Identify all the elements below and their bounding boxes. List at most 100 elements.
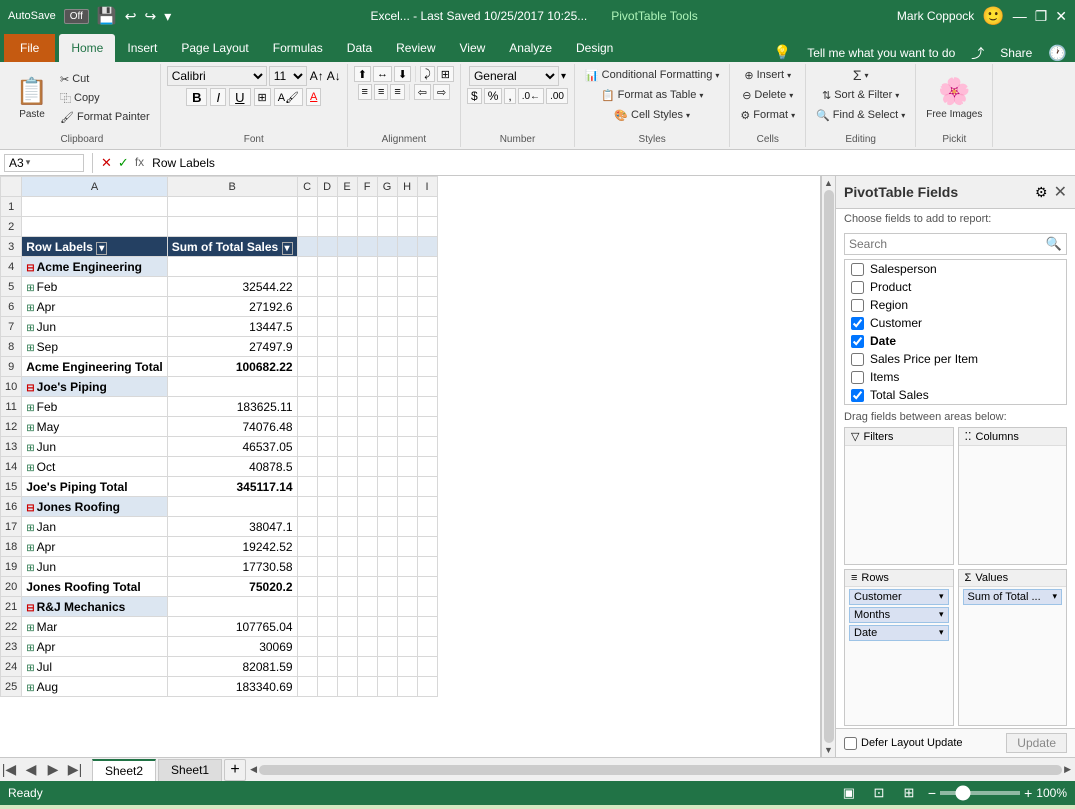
- cell-empty[interactable]: [297, 517, 317, 537]
- cell-empty[interactable]: [417, 677, 437, 697]
- horizontal-scrollbar[interactable]: ◀ ▶: [250, 763, 1071, 777]
- col-header-f[interactable]: F: [357, 177, 377, 197]
- cell-empty[interactable]: [317, 577, 337, 597]
- cell-empty[interactable]: [317, 397, 337, 417]
- cell-b[interactable]: 82081.59: [167, 657, 297, 677]
- cell-empty[interactable]: [417, 477, 437, 497]
- bold-button[interactable]: B: [186, 88, 207, 106]
- cell-empty[interactable]: [357, 477, 377, 497]
- cell-empty[interactable]: [397, 277, 417, 297]
- free-images-button[interactable]: 🌸 Free Images: [922, 68, 986, 128]
- field-items-checkbox[interactable]: [851, 371, 864, 384]
- cell-b[interactable]: [167, 217, 297, 237]
- cell-empty[interactable]: [297, 537, 317, 557]
- tab-design[interactable]: Design: [564, 34, 625, 62]
- filter-b-dropdown-icon[interactable]: ▾: [282, 242, 293, 255]
- cell-empty[interactable]: [417, 357, 437, 377]
- cell-empty[interactable]: [397, 317, 417, 337]
- cell-empty[interactable]: [357, 417, 377, 437]
- cell-a[interactable]: [22, 217, 167, 237]
- drag-area-rows[interactable]: ≡ Rows Customer ▾ Months ▾ Date ▾: [844, 569, 954, 727]
- border-button[interactable]: ⊞: [254, 88, 271, 106]
- cell-empty[interactable]: [357, 357, 377, 377]
- tab-first-btn[interactable]: |◀: [0, 761, 18, 779]
- format-as-table-button[interactable]: 📋Format as Table▾: [597, 86, 707, 104]
- autosave-toggle[interactable]: Off: [64, 9, 89, 24]
- cell-empty[interactable]: [417, 517, 437, 537]
- cell-empty[interactable]: [357, 197, 377, 217]
- field-region-checkbox[interactable]: [851, 299, 864, 312]
- align-top-button[interactable]: ⬆: [354, 66, 371, 82]
- cell-empty[interactable]: [377, 217, 397, 237]
- font-name-select[interactable]: Calibri: [167, 66, 267, 86]
- cell-empty[interactable]: [377, 597, 397, 617]
- expand-icon[interactable]: ⊞: [26, 683, 34, 694]
- cell-empty[interactable]: [417, 337, 437, 357]
- cell-a[interactable]: ⊞Feb: [22, 277, 167, 297]
- cell-empty[interactable]: [397, 517, 417, 537]
- cell-empty[interactable]: [357, 377, 377, 397]
- cut-button[interactable]: ✂Cut: [56, 70, 154, 88]
- cell-empty[interactable]: [397, 677, 417, 697]
- cell-a[interactable]: ⊞Jul: [22, 657, 167, 677]
- expand-icon[interactable]: ⊞: [26, 663, 34, 674]
- cell-empty[interactable]: [397, 437, 417, 457]
- field-region[interactable]: Region: [845, 296, 1066, 314]
- cell-empty[interactable]: [337, 457, 357, 477]
- cell-empty[interactable]: [397, 457, 417, 477]
- cell-empty[interactable]: [377, 397, 397, 417]
- cell-empty[interactable]: [417, 197, 437, 217]
- cell-empty[interactable]: [317, 317, 337, 337]
- drag-area-values[interactable]: Σ Values Sum of Total ... ▾: [958, 569, 1068, 727]
- cell-empty[interactable]: [317, 337, 337, 357]
- field-sales-price[interactable]: Sales Price per Item: [845, 350, 1066, 368]
- cell-b[interactable]: 183625.11: [167, 397, 297, 417]
- cell-empty[interactable]: [417, 537, 437, 557]
- cell-empty[interactable]: [377, 497, 397, 517]
- cell-empty[interactable]: [297, 597, 317, 617]
- cell-empty[interactable]: [297, 437, 317, 457]
- cell-a[interactable]: ⊞Jan: [22, 517, 167, 537]
- cell-empty[interactable]: [337, 617, 357, 637]
- field-total-sales-checkbox[interactable]: [851, 389, 864, 402]
- cell-b[interactable]: [167, 497, 297, 517]
- cell-empty[interactable]: [317, 617, 337, 637]
- cell-empty[interactable]: [317, 217, 337, 237]
- expand-icon[interactable]: ⊞: [26, 283, 34, 294]
- cell-empty[interactable]: [297, 217, 317, 237]
- tab-insert[interactable]: Insert: [115, 34, 169, 62]
- cell-empty[interactable]: [337, 417, 357, 437]
- zoom-in-btn[interactable]: +: [1024, 785, 1032, 801]
- field-items[interactable]: Items: [845, 368, 1066, 386]
- col-header-i[interactable]: I: [417, 177, 437, 197]
- cell-empty[interactable]: [337, 297, 357, 317]
- cell-empty[interactable]: [297, 337, 317, 357]
- format-button[interactable]: ⚙Format▾: [736, 106, 799, 124]
- cell-empty[interactable]: [417, 237, 437, 257]
- field-salesperson[interactable]: Salesperson: [845, 260, 1066, 278]
- cell-empty[interactable]: [357, 217, 377, 237]
- cell-empty[interactable]: [317, 357, 337, 377]
- cell-a[interactable]: Acme Engineering Total: [22, 357, 167, 377]
- expand-icon[interactable]: ⊞: [26, 343, 34, 354]
- cell-empty[interactable]: [317, 497, 337, 517]
- insert-button[interactable]: ⊕Insert▾: [740, 66, 795, 84]
- cell-empty[interactable]: [377, 317, 397, 337]
- filter-dropdown-icon[interactable]: ▾: [96, 242, 107, 255]
- cell-b[interactable]: [167, 377, 297, 397]
- cell-empty[interactable]: [357, 677, 377, 697]
- cell-empty[interactable]: [337, 597, 357, 617]
- tab-data[interactable]: Data: [335, 34, 384, 62]
- increase-indent-button[interactable]: ⇨: [433, 84, 450, 100]
- insert-function-icon[interactable]: fx: [135, 155, 144, 171]
- cell-empty[interactable]: [337, 257, 357, 277]
- pivot-settings-icon[interactable]: ⚙: [1035, 184, 1048, 201]
- cell-empty[interactable]: [417, 377, 437, 397]
- cell-empty[interactable]: [337, 337, 357, 357]
- format-painter-button[interactable]: 🖌Format Painter: [56, 108, 154, 126]
- cell-empty[interactable]: [417, 217, 437, 237]
- font-size-select[interactable]: 11: [269, 66, 307, 86]
- cell-empty[interactable]: [337, 197, 357, 217]
- cell-empty[interactable]: [397, 637, 417, 657]
- cell-empty[interactable]: [397, 477, 417, 497]
